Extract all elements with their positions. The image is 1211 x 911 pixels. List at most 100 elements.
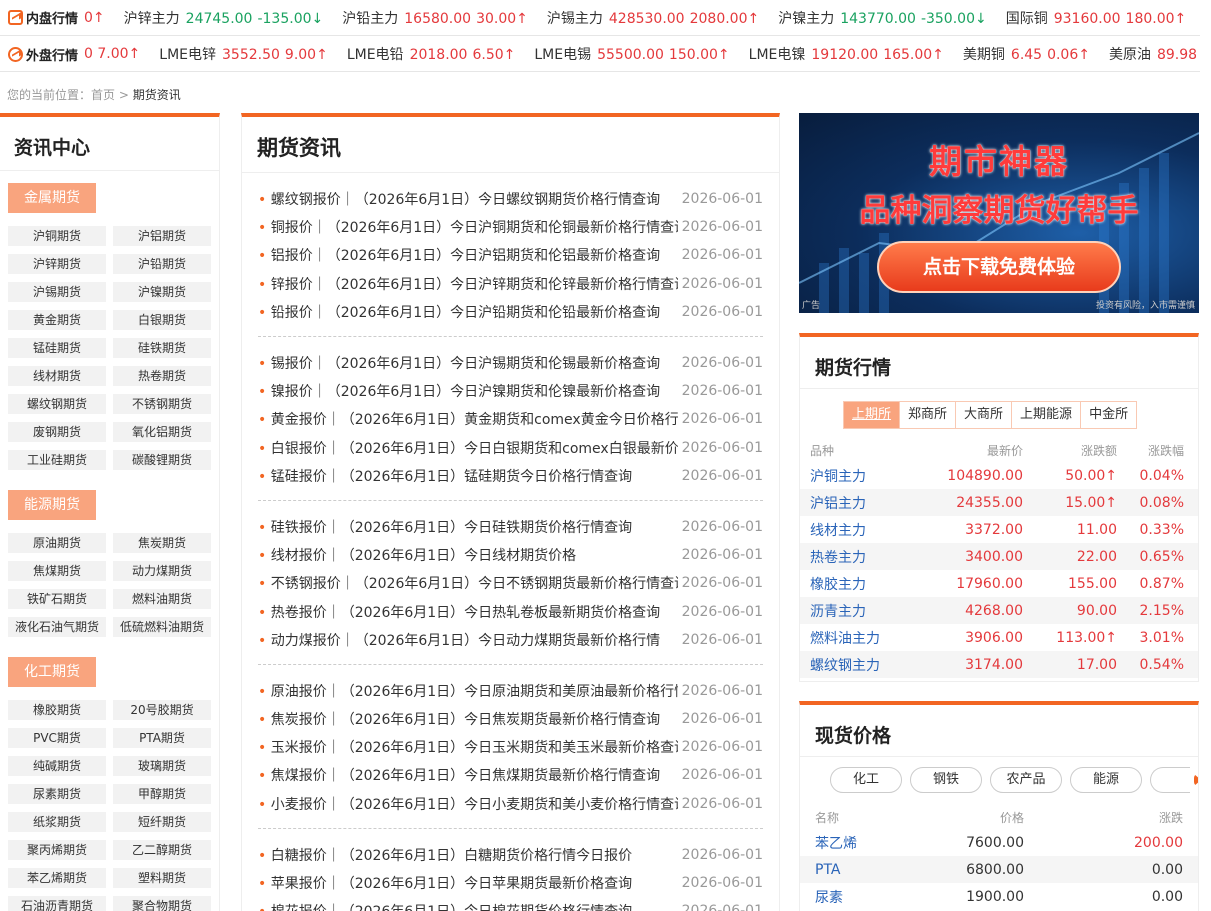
news-title-link[interactable]: 线材报价｜（2026年6月1日）今日线材期货价格: [258, 545, 576, 565]
news-title-link[interactable]: 热卷报价｜（2026年6月1日）今日热轧卷板最新期货价格查询: [258, 602, 660, 622]
ticker-item[interactable]: LME电镍 19120.00 165.00↑: [749, 44, 944, 64]
exchange-tab[interactable]: 中金所: [1080, 401, 1138, 429]
contract-name-link[interactable]: 沥青主力: [800, 597, 910, 624]
spot-tab[interactable]: 化工: [830, 767, 902, 793]
spot-name-link[interactable]: PTA: [800, 856, 940, 883]
news-item[interactable]: 铝报价｜（2026年6月1日）今日沪铝期货和伦铝最新价格查询 2026-06-01: [258, 241, 763, 269]
exchange-tab[interactable]: 上期能源: [1011, 401, 1082, 429]
news-title-link[interactable]: 白银报价｜（2026年6月1日）今日白银期货和comex白银最新价: [258, 438, 678, 458]
category-link[interactable]: 白银期货: [113, 310, 211, 330]
category-link[interactable]: 螺纹钢期货: [8, 394, 106, 414]
category-link[interactable]: 黄金期货: [8, 310, 106, 330]
news-item[interactable]: 棉花报价｜（2026年6月1日）今日棉花期货价格行情查询 2026-06-01: [258, 897, 763, 911]
ticker-item[interactable]: 沪铅主力 16580.00 30.00↑: [342, 8, 528, 28]
spot-name-link[interactable]: 尿素: [800, 883, 940, 910]
news-title-link[interactable]: 原油报价｜（2026年6月1日）今日原油期货和美原油最新价格行情: [258, 681, 678, 701]
category-link[interactable]: 甲醇期货: [113, 784, 211, 804]
category-link[interactable]: 氧化铝期货: [113, 422, 211, 442]
news-title-link[interactable]: 黄金报价｜（2026年6月1日）黄金期货和comex黄金今日价格行: [258, 409, 678, 429]
category-link[interactable]: 动力煤期货: [113, 561, 211, 581]
news-title-link[interactable]: 锰硅报价｜（2026年6月1日）锰硅期货今日价格行情查询: [258, 466, 632, 486]
category-title[interactable]: 能源期货: [8, 490, 96, 520]
news-title-link[interactable]: 镍报价｜（2026年6月1日）今日沪镍期货和伦镍最新价格查询: [258, 381, 660, 401]
category-link[interactable]: 硅铁期货: [113, 338, 211, 358]
news-title-link[interactable]: 焦煤报价｜（2026年6月1日）今日焦煤期货最新价格行情查询: [258, 765, 660, 785]
category-link[interactable]: 石油沥青期货: [8, 896, 106, 911]
category-title[interactable]: 化工期货: [8, 657, 96, 687]
market-row[interactable]: 热卷主力 3400.00 22.00 0.65%: [800, 543, 1198, 570]
contract-name-link[interactable]: 热卷主力: [800, 543, 910, 570]
news-title-link[interactable]: 不锈钢报价｜（2026年6月1日）今日不锈钢期货最新价格行情查询: [258, 573, 678, 593]
category-link[interactable]: PVC期货: [8, 728, 106, 748]
category-link[interactable]: 20号胶期货: [113, 700, 211, 720]
news-title-link[interactable]: 小麦报价｜（2026年6月1日）今日小麦期货和美小麦价格行情查询: [258, 794, 678, 814]
news-title-link[interactable]: 铜报价｜（2026年6月1日）今日沪铜期货和伦铜最新价格行情查询: [258, 217, 678, 237]
category-link[interactable]: 焦煤期货: [8, 561, 106, 581]
spot-row[interactable]: 尿素 1900.00 0.00: [800, 883, 1198, 910]
ticker-item[interactable]: 美期铜 6.45 0.06↑: [963, 44, 1090, 64]
news-title-link[interactable]: 铝报价｜（2026年6月1日）今日沪铝期货和伦铝最新价格查询: [258, 245, 660, 265]
market-row[interactable]: 沪铜主力 104890.00 50.00↑ 0.04%: [800, 462, 1198, 489]
category-link[interactable]: 纯碱期货: [8, 756, 106, 776]
contract-name-link[interactable]: 沪铜主力: [800, 462, 910, 489]
ticker-item[interactable]: LME电铅 2018.00 6.50↑: [347, 44, 516, 64]
news-title-link[interactable]: 动力煤报价｜（2026年6月1日）今日动力煤期货最新价格行情: [258, 630, 660, 650]
market-row[interactable]: 螺纹钢主力 3174.00 17.00 0.54%: [800, 651, 1198, 678]
category-link[interactable]: 碳酸锂期货: [113, 450, 211, 470]
category-link[interactable]: 聚合物期货: [113, 896, 211, 911]
news-item[interactable]: 不锈钢报价｜（2026年6月1日）今日不锈钢期货最新价格行情查询2026-06-…: [258, 569, 763, 597]
category-link[interactable]: 不锈钢期货: [113, 394, 211, 414]
ticker-item[interactable]: LME电锌 3552.50 9.00↑: [159, 44, 328, 64]
news-item[interactable]: 焦煤报价｜（2026年6月1日）今日焦煤期货最新价格行情查询 2026-06-01: [258, 761, 763, 789]
category-link[interactable]: 沪锌期货: [8, 254, 106, 274]
news-item[interactable]: 白糖报价｜（2026年6月1日）白糖期货价格行情今日报价 2026-06-01: [258, 841, 763, 869]
news-item[interactable]: 白银报价｜（2026年6月1日）今日白银期货和comex白银最新价2026-06…: [258, 434, 763, 462]
category-link[interactable]: 沪镍期货: [113, 282, 211, 302]
news-item[interactable]: 线材报价｜（2026年6月1日）今日线材期货价格 2026-06-01: [258, 541, 763, 569]
category-link[interactable]: 低硫燃料油期货: [113, 617, 211, 637]
news-item[interactable]: 玉米报价｜（2026年6月1日）今日玉米期货和美玉米最新价格查询2026-06-…: [258, 733, 763, 761]
category-link[interactable]: PTA期货: [113, 728, 211, 748]
news-title-link[interactable]: 硅铁报价｜（2026年6月1日）今日硅铁期货价格行情查询: [258, 517, 632, 537]
category-link[interactable]: 乙二醇期货: [113, 840, 211, 860]
breadcrumb-home-link[interactable]: 首页: [91, 88, 115, 102]
category-link[interactable]: 纸浆期货: [8, 812, 106, 832]
contract-name-link[interactable]: 沪铝主力: [800, 489, 910, 516]
spot-row[interactable]: 苯乙烯 7600.00 200.00: [800, 829, 1198, 856]
market-row[interactable]: 沥青主力 4268.00 90.00 2.15%: [800, 597, 1198, 624]
spot-tab-partial[interactable]: [1150, 767, 1190, 793]
spot-tab[interactable]: 能源: [1070, 767, 1142, 793]
ticker-item[interactable]: 0 7.00↑: [84, 46, 140, 62]
news-title-link[interactable]: 螺纹钢报价｜（2026年6月1日）今日螺纹钢期货价格行情查询: [258, 189, 660, 209]
category-link[interactable]: 短纤期货: [113, 812, 211, 832]
contract-name-link[interactable]: 线材主力: [800, 516, 910, 543]
foreign-ticker-label[interactable]: 外盘行情: [0, 36, 84, 72]
category-link[interactable]: 苯乙烯期货: [8, 868, 106, 888]
category-link[interactable]: 燃料油期货: [113, 589, 211, 609]
category-link[interactable]: 废钢期货: [8, 422, 106, 442]
next-arrow-icon[interactable]: [1194, 774, 1198, 786]
news-item[interactable]: 黄金报价｜（2026年6月1日）黄金期货和comex黄金今日价格行2026-06…: [258, 405, 763, 433]
category-link[interactable]: 聚丙烯期货: [8, 840, 106, 860]
news-item[interactable]: 焦炭报价｜（2026年6月1日）今日焦炭期货最新价格行情查询 2026-06-01: [258, 705, 763, 733]
contract-name-link[interactable]: 螺纹钢主力: [800, 651, 910, 678]
category-link[interactable]: 锰硅期货: [8, 338, 106, 358]
category-link[interactable]: 尿素期货: [8, 784, 106, 804]
category-link[interactable]: 铁矿石期货: [8, 589, 106, 609]
ticker-item[interactable]: 国际铜 93160.00 180.00↑: [1006, 8, 1187, 28]
news-item[interactable]: 铜报价｜（2026年6月1日）今日沪铜期货和伦铜最新价格行情查询2026-06-…: [258, 213, 763, 241]
contract-name-link[interactable]: 燃料油主力: [800, 624, 910, 651]
news-item[interactable]: 热卷报价｜（2026年6月1日）今日热轧卷板最新期货价格查询 2026-06-01: [258, 597, 763, 625]
market-row[interactable]: 燃料油主力 3906.00 113.00↑ 3.01%: [800, 624, 1198, 651]
category-link[interactable]: 沪铝期货: [113, 226, 211, 246]
category-link[interactable]: 焦炭期货: [113, 533, 211, 553]
news-item[interactable]: 硅铁报价｜（2026年6月1日）今日硅铁期货价格行情查询 2026-06-01: [258, 513, 763, 541]
category-link[interactable]: 玻璃期货: [113, 756, 211, 776]
news-title-link[interactable]: 锌报价｜（2026年6月1日）今日沪锌期货和伦锌最新价格行情查询: [258, 274, 678, 294]
news-title-link[interactable]: 棉花报价｜（2026年6月1日）今日棉花期货价格行情查询: [258, 901, 632, 911]
news-item[interactable]: 锰硅报价｜（2026年6月1日）锰硅期货今日价格行情查询 2026-06-01: [258, 462, 763, 490]
category-link[interactable]: 工业硅期货: [8, 450, 106, 470]
spot-tab[interactable]: 钢铁: [910, 767, 982, 793]
news-item[interactable]: 动力煤报价｜（2026年6月1日）今日动力煤期货最新价格行情 2026-06-01: [258, 626, 763, 654]
spot-row[interactable]: PTA 6800.00 0.00: [800, 856, 1198, 883]
